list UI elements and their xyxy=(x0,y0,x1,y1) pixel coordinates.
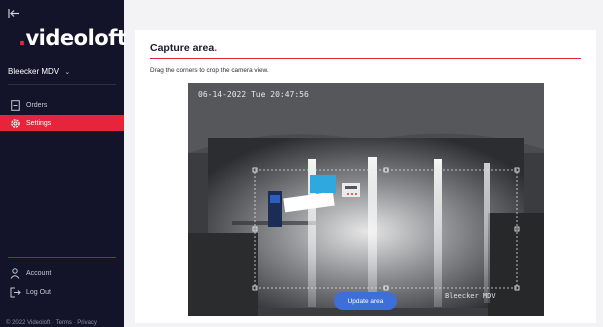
camera-frame-image: 06-14-2022 Tue 20:47:56 Bleecker MDV xyxy=(188,83,544,316)
person-icon xyxy=(9,267,21,279)
camera-view: 06-14-2022 Tue 20:47:56 Bleecker MDV xyxy=(188,83,544,316)
camera-label: Bleecker MDV xyxy=(445,292,496,300)
update-area-button[interactable]: Update area xyxy=(334,292,397,310)
title-underline xyxy=(150,58,581,59)
footer-text: © 2022 Videoloft · Terms · Privacy xyxy=(6,320,97,326)
location-selector[interactable]: Bleecker MDV ⌄ xyxy=(8,67,70,76)
page-title: Capture area. xyxy=(150,42,218,54)
camera-timestamp: 06-14-2022 Tue 20:47:56 xyxy=(198,90,309,99)
sidebar-divider xyxy=(8,84,116,85)
capture-area-card: Capture area. Drag the corners to crop t… xyxy=(135,30,596,323)
document-icon xyxy=(9,99,21,111)
sidebar-item-label: Log Out xyxy=(26,288,51,296)
sidebar-divider xyxy=(8,257,116,258)
sidebar-item-settings[interactable]: Settings xyxy=(0,115,124,131)
sidebar-item-logout[interactable]: Log Out xyxy=(0,284,124,300)
sidebar-item-label: Orders xyxy=(26,101,48,109)
videoloft-logo: .videoloft xyxy=(18,26,127,50)
sidebar-item-account[interactable]: Account xyxy=(0,265,124,281)
instructions-text: Drag the corners to crop the camera view… xyxy=(150,67,269,74)
sidebar-item-label: Settings xyxy=(26,119,52,127)
sidebar-item-label: Account xyxy=(26,269,52,277)
chevron-down-icon: ⌄ xyxy=(64,69,71,76)
location-name: Bleecker MDV xyxy=(8,67,60,76)
gear-icon xyxy=(9,117,21,129)
collapse-arrow-icon xyxy=(8,9,19,18)
collapse-sidebar-icon[interactable] xyxy=(8,8,22,20)
sidebar: .videoloft Bleecker MDV ⌄ Orders Setting… xyxy=(0,0,127,327)
sidebar-item-orders[interactable]: Orders xyxy=(0,97,124,113)
logout-icon xyxy=(9,286,21,298)
